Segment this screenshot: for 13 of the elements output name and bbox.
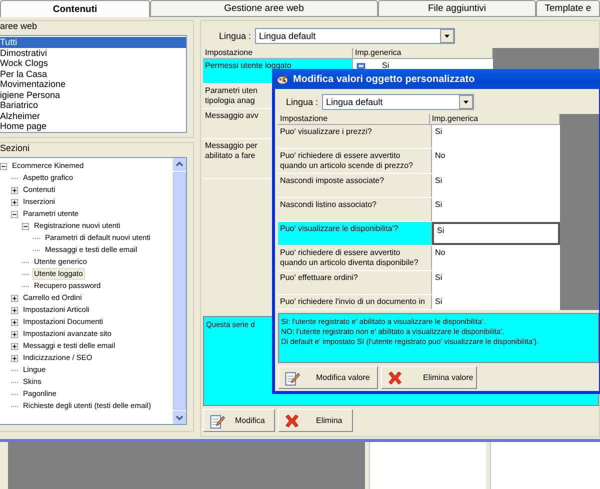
value-cell: No: [432, 246, 560, 270]
value-cell: Si: [432, 125, 560, 148]
language-label: Lingua :: [286, 97, 318, 107]
value-cell: Si: [432, 295, 560, 309]
value-cell: Si: [432, 271, 560, 294]
value-cell: No: [432, 149, 560, 173]
value-cell: Si: [382, 60, 390, 71]
language-label: Lingua :: [219, 30, 252, 41]
group-title: aree web: [0, 21, 38, 32]
group-title: Sezioni: [0, 143, 31, 154]
value-cell: Si: [432, 198, 560, 221]
window-title: Modifica valori oggetto personalizzato: [293, 74, 475, 84]
value-cell: Si: [432, 174, 560, 197]
